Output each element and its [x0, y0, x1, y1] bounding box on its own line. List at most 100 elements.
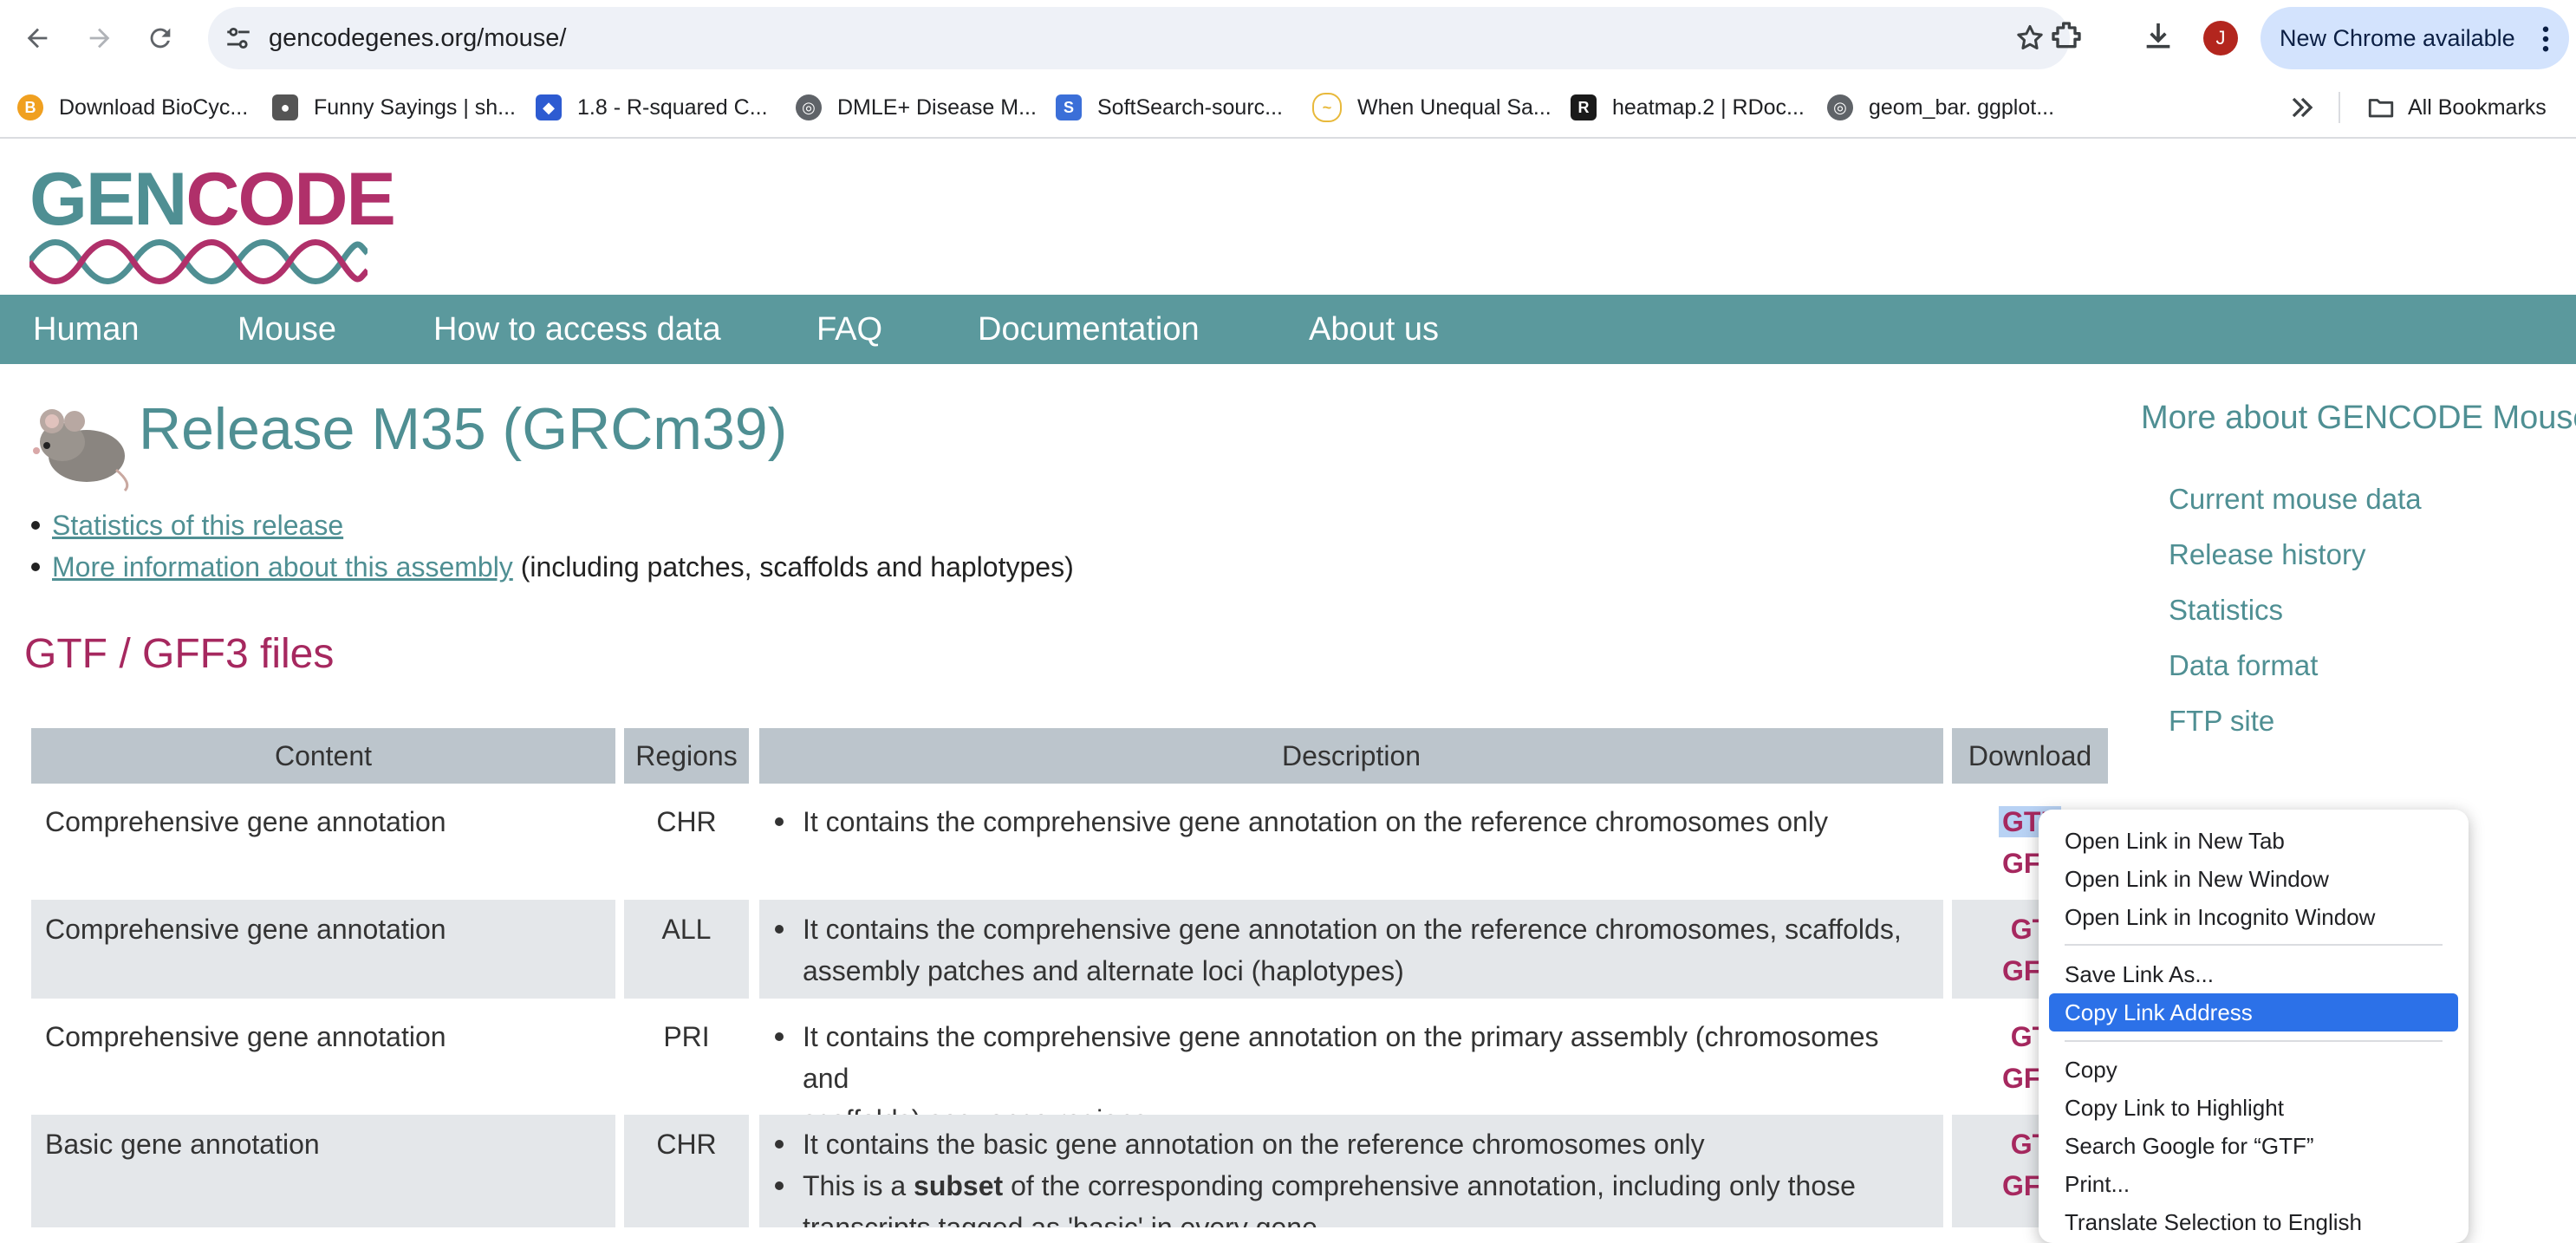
description-item: It contains the comprehensive gene annot… — [775, 801, 1926, 843]
forward-button[interactable] — [76, 15, 123, 62]
mouse-image — [33, 409, 129, 492]
table-cell-region: CHR — [624, 1115, 749, 1227]
bookmark-label: SoftSearch-sourc... — [1097, 94, 1283, 120]
back-button[interactable] — [14, 15, 61, 62]
sidebar-title: More about GENCODE Mouse — [2141, 400, 2576, 436]
table-cell-region: CHR — [656, 806, 717, 837]
all-bookmarks-button[interactable]: All Bookmarks — [2366, 78, 2547, 137]
release-links: Statistics of this release More informat… — [31, 504, 1074, 588]
forward-arrow-icon — [89, 28, 110, 49]
sidebar-link-statistics[interactable]: Statistics — [2169, 589, 2283, 631]
site-info-icon[interactable] — [224, 23, 253, 53]
globe-icon: ◎ — [1827, 94, 1853, 120]
context-menu: Open Link in New Tab Open Link in New Wi… — [2039, 810, 2469, 1243]
table-cell-description: It contains the basic gene annotation on… — [759, 1115, 1943, 1227]
menu-item-save-link-as[interactable]: Save Link As... — [2065, 955, 2214, 993]
column-header-description: Description — [759, 728, 1943, 784]
extensions-icon[interactable] — [2049, 19, 2084, 54]
table-cell-description: It contains the comprehensive gene annot… — [759, 1007, 1943, 1136]
reload-button[interactable] — [137, 15, 184, 62]
table-cell-content: Comprehensive gene annotation — [45, 806, 446, 837]
table-cell-region: PRI — [663, 1021, 710, 1052]
dna-helix-icon — [29, 239, 368, 284]
description-item: This is a subset of the corresponding co… — [775, 1165, 1926, 1207]
bookmark-label: 1.8 - R-squared C... — [577, 94, 768, 120]
sidebar-link-ftp-site[interactable]: FTP site — [2169, 700, 2274, 742]
section-title: GTF / GFF3 files — [24, 631, 335, 677]
biocyc-icon: B — [17, 94, 43, 120]
bookmark-item[interactable]: ◎ geom_bar. ggplot... — [1827, 78, 2054, 137]
bookmark-star-icon[interactable] — [2014, 23, 2046, 54]
column-header-content: Content — [31, 728, 615, 784]
bookmark-label: geom_bar. ggplot... — [1869, 94, 2055, 120]
nav-documentation[interactable]: Documentation — [978, 295, 1200, 364]
description-continuation: transcripts tagged as 'basic' in every g… — [803, 1212, 1317, 1227]
menu-item-search-google[interactable]: Search Google for “GTF” — [2065, 1127, 2314, 1165]
sidebar-link-data-format[interactable]: Data format — [2169, 645, 2318, 687]
sidebar-link-current-mouse-data[interactable]: Current mouse data — [2169, 478, 2422, 520]
menu-item-print[interactable]: Print... — [2065, 1165, 2130, 1203]
nav-human[interactable]: Human — [33, 295, 140, 364]
release-title: Release M35 (GRCm39) — [139, 396, 788, 462]
menu-item-open-new-window[interactable]: Open Link in New Window — [2065, 860, 2329, 898]
description-bold: subset — [914, 1170, 1004, 1201]
statistics-of-release-link[interactable]: Statistics of this release — [52, 510, 343, 541]
chevron-double-right-icon[interactable] — [2285, 90, 2319, 125]
table-cell-content: Basic gene annotation — [31, 1115, 615, 1227]
downloads-icon[interactable] — [2141, 19, 2176, 54]
menu-item-copy-link-address[interactable]: Copy Link Address — [2065, 993, 2253, 1031]
cow-icon: ● — [272, 94, 298, 120]
globe-icon: ◎ — [796, 94, 822, 120]
bookmark-item[interactable]: R heatmap.2 | RDoc... — [1571, 78, 1805, 137]
nav-faq[interactable]: FAQ — [816, 295, 882, 364]
menu-item-translate-selection[interactable]: Translate Selection to English — [2065, 1203, 2362, 1241]
reload-icon — [150, 28, 171, 49]
profile-avatar[interactable]: J — [2203, 21, 2238, 55]
menu-item-open-new-tab[interactable]: Open Link in New Tab — [2065, 822, 2285, 860]
column-header-download: Download — [1952, 728, 2108, 784]
nav-about-us[interactable]: About us — [1309, 295, 1439, 364]
menu-item-open-incognito[interactable]: Open Link in Incognito Window — [2065, 898, 2375, 936]
description-item: It contains the comprehensive gene annot… — [775, 1016, 1926, 1099]
bookmarks-bar: B Download BioCyc... ● Funny Sayings | s… — [0, 78, 2576, 139]
description-item: It contains the basic gene annotation on… — [775, 1123, 1926, 1165]
main-nav: Human Mouse How to access data FAQ Docum… — [0, 295, 2576, 364]
logo-gen: GEN — [29, 158, 187, 241]
address-bar[interactable]: gencodegenes.org/mouse/ — [208, 7, 2070, 69]
new-chrome-available-button[interactable]: New Chrome available — [2261, 7, 2569, 69]
gencode-logo[interactable]: GENCODE — [29, 156, 396, 284]
list-item: More information about this assembly (in… — [31, 546, 1074, 588]
description-continuation: assembly patches and alternate loci (hap… — [803, 955, 1404, 986]
all-bookmarks-label: All Bookmarks — [2408, 94, 2547, 120]
menu-separator — [2065, 944, 2443, 946]
bookmark-item[interactable]: ◆ 1.8 - R-squared C... — [536, 78, 768, 137]
chart-icon: ~ — [1312, 93, 1342, 122]
folder-icon — [2368, 99, 2394, 118]
bookmark-item[interactable]: ~ When Unequal Sa... — [1312, 78, 1551, 137]
browser-toolbar: gencodegenes.org/mouse/ J New Chrome ava… — [0, 0, 2576, 78]
table-cell-description: It contains the comprehensive gene annot… — [759, 792, 1943, 891]
menu-separator — [2065, 1040, 2443, 1042]
bookmark-item[interactable]: B Download BioCyc... — [17, 78, 248, 137]
assembly-info-link[interactable]: More information about this assembly — [52, 551, 513, 582]
table-cell-description: It contains the comprehensive gene annot… — [759, 900, 1943, 999]
sidebar-link-release-history[interactable]: Release history — [2169, 534, 2365, 576]
kebab-menu-icon[interactable] — [2541, 26, 2550, 52]
bookmark-item[interactable]: ◎ DMLE+ Disease M... — [796, 78, 1037, 137]
bookmark-label: heatmap.2 | RDoc... — [1612, 94, 1805, 120]
softsearch-icon: S — [1056, 94, 1082, 120]
nav-mouse[interactable]: Mouse — [237, 295, 336, 364]
bookmarks-divider — [2339, 92, 2340, 123]
menu-item-copy-link-to-highlight[interactable]: Copy Link to Highlight — [2065, 1089, 2284, 1127]
update-label: New Chrome available — [2280, 25, 2515, 51]
menu-item-copy[interactable]: Copy — [2065, 1051, 2117, 1089]
bookmark-item[interactable]: S SoftSearch-sourc... — [1056, 78, 1283, 137]
table-cell-content: Comprehensive gene annotation — [45, 1021, 446, 1052]
bookmark-label: DMLE+ Disease M... — [837, 94, 1037, 120]
bookmark-item[interactable]: ● Funny Sayings | sh... — [272, 78, 516, 137]
column-header-regions: Regions — [624, 728, 749, 784]
description-item: It contains the comprehensive gene annot… — [775, 908, 1926, 950]
bookmark-label: Download BioCyc... — [59, 94, 249, 120]
url-text[interactable]: gencodegenes.org/mouse/ — [269, 7, 566, 69]
nav-how-to-access-data[interactable]: How to access data — [433, 295, 721, 364]
